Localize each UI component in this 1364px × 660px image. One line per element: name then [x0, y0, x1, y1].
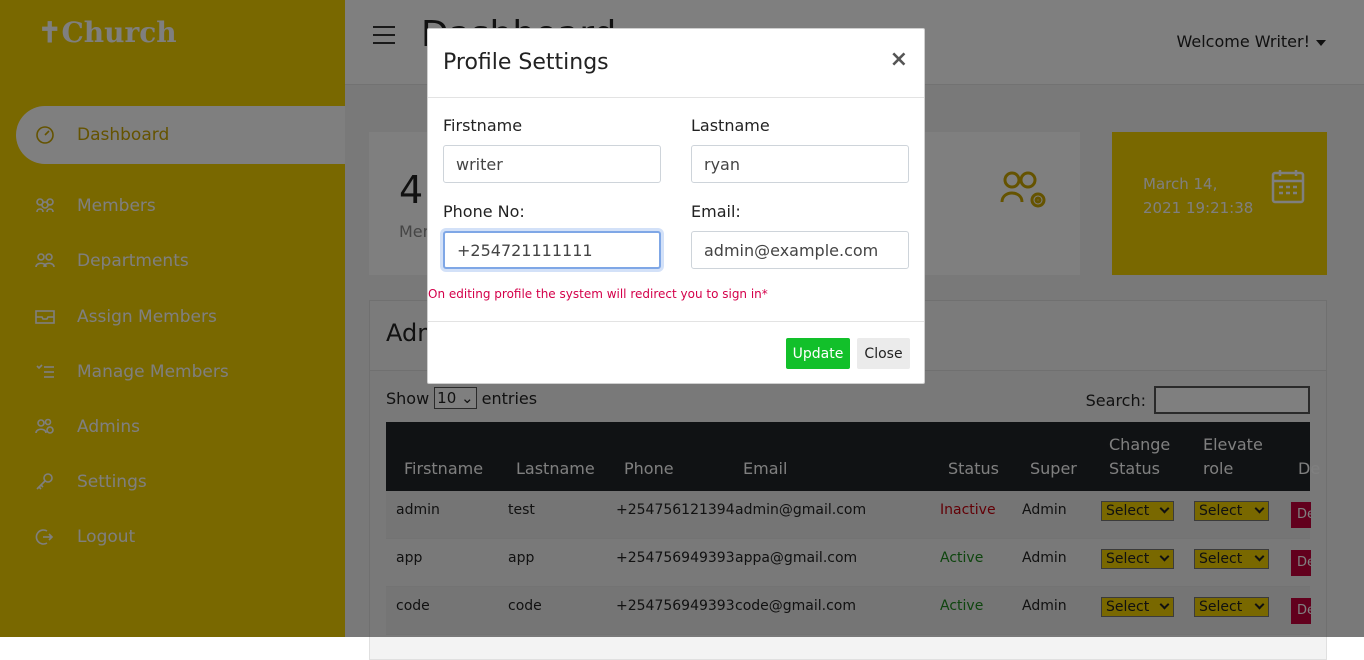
- lastname-field[interactable]: ryan: [691, 145, 909, 183]
- redirect-warning: On editing profile the system will redir…: [428, 287, 768, 301]
- phone-label: Phone No:: [443, 202, 525, 221]
- modal-title: Profile Settings: [443, 50, 609, 75]
- profile-settings-modal: Profile Settings × Firstname writer Last…: [427, 28, 925, 384]
- email-label: Email:: [691, 202, 741, 221]
- email-field[interactable]: admin@example.com: [691, 231, 909, 269]
- update-button[interactable]: Update: [786, 338, 850, 369]
- lastname-label: Lastname: [691, 116, 770, 135]
- phone-field[interactable]: +254721111111: [443, 231, 661, 269]
- firstname-label: Firstname: [443, 116, 523, 135]
- close-button[interactable]: Close: [857, 338, 910, 369]
- close-icon[interactable]: ×: [890, 47, 908, 72]
- firstname-field[interactable]: writer: [443, 145, 661, 183]
